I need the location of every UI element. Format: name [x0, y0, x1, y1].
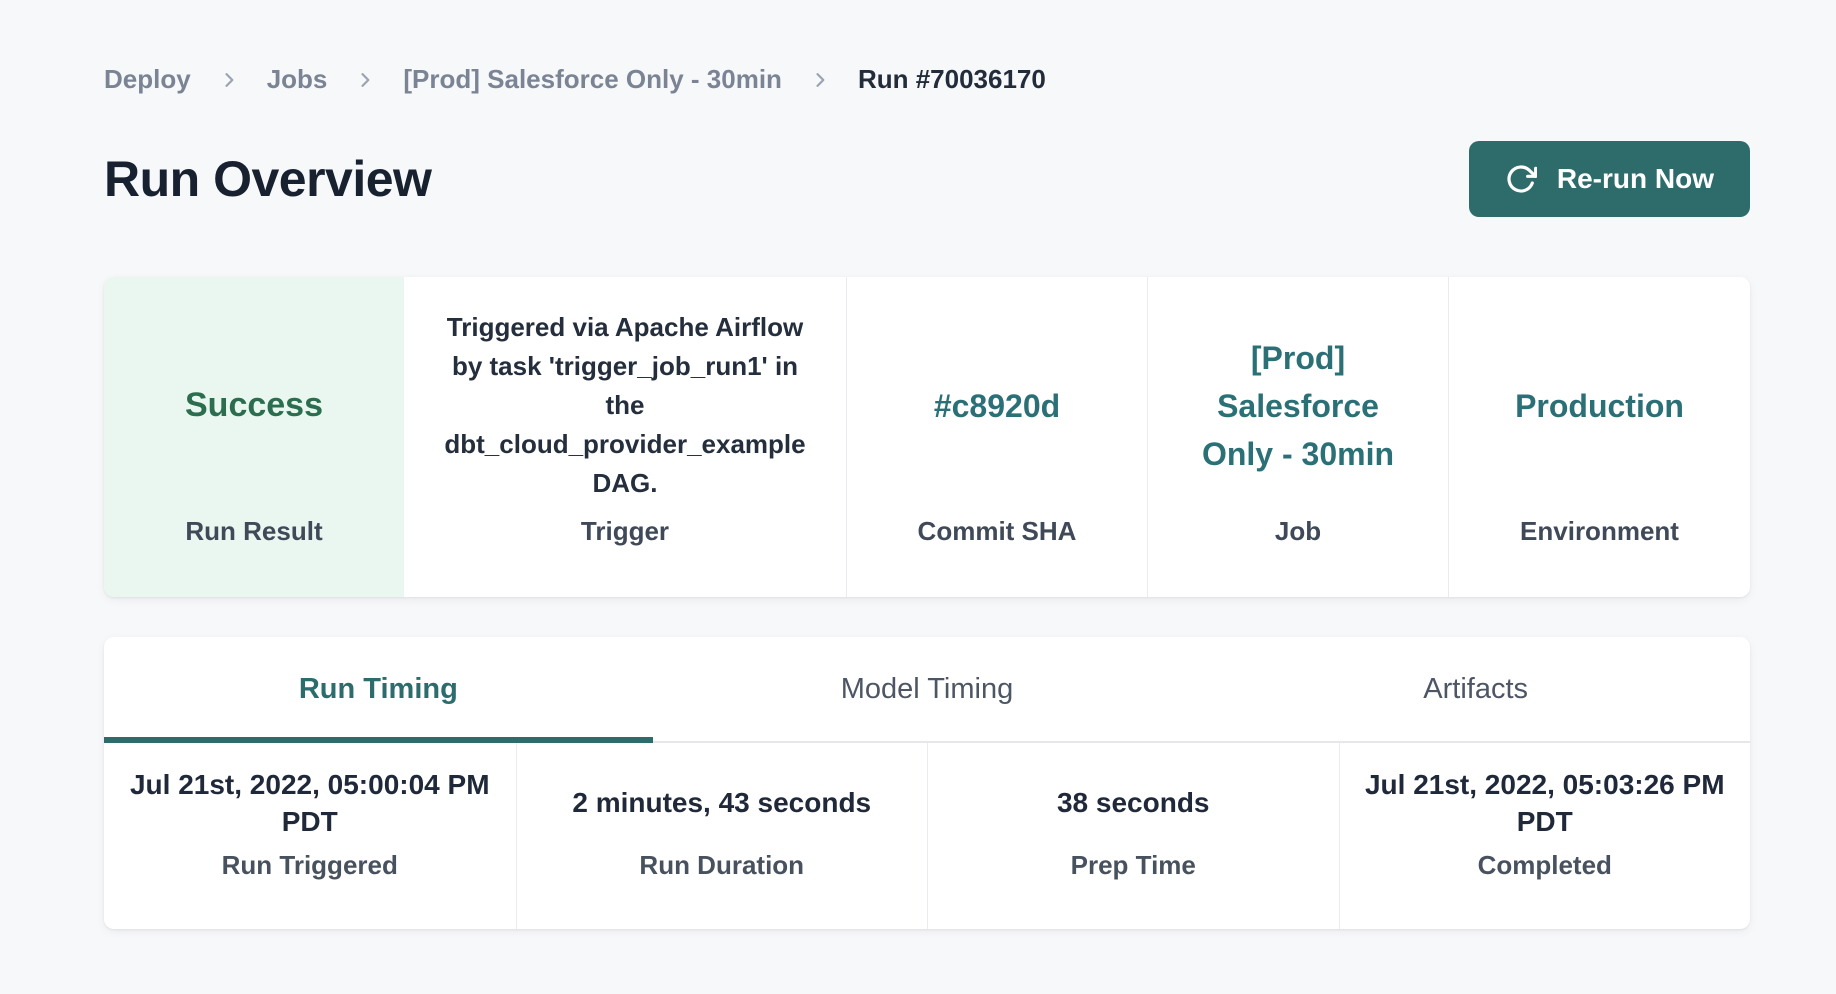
environment-label: Environment: [1481, 516, 1718, 547]
tab-model-timing-label: Model Timing: [841, 673, 1013, 706]
timing-card-run-duration: 2 minutes, 43 seconds Run Duration: [516, 743, 928, 929]
rerun-now-button-label: Re-run Now: [1557, 163, 1714, 195]
breadcrumb-item-job-name[interactable]: [Prod] Salesforce Only - 30min: [403, 64, 782, 95]
active-tab-indicator: [104, 737, 653, 743]
breadcrumb-item-jobs[interactable]: Jobs: [267, 64, 328, 95]
job-label: Job: [1180, 516, 1416, 547]
summary-card-run-result: Success Run Result: [104, 277, 404, 597]
run-result-label: Run Result: [136, 516, 372, 547]
timing-card-completed: Jul 21st, 2022, 05:03:26 PM PDT Complete…: [1339, 743, 1751, 929]
commit-sha-label: Commit SHA: [879, 516, 1115, 547]
run-triggered-label: Run Triggered: [124, 850, 496, 881]
tab-bar: Run Timing Model Timing Artifacts: [104, 637, 1750, 743]
breadcrumb-item-deploy[interactable]: Deploy: [104, 64, 191, 95]
trigger-label: Trigger: [436, 516, 814, 547]
completed-value: Jul 21st, 2022, 05:03:26 PM PDT: [1360, 767, 1731, 840]
timing-card-run-triggered: Jul 21st, 2022, 05:00:04 PM PDT Run Trig…: [104, 743, 516, 929]
chevron-right-icon: [355, 70, 375, 90]
title-row: Run Overview Re-run Now: [104, 141, 1750, 217]
tab-run-timing-label: Run Timing: [299, 673, 458, 706]
run-triggered-value: Jul 21st, 2022, 05:00:04 PM PDT: [124, 767, 496, 840]
run-summary-cards: Success Run Result Triggered via Apache …: [104, 277, 1750, 597]
breadcrumb: Deploy Jobs [Prod] Salesforce Only - 30m…: [104, 64, 1750, 95]
run-duration-label: Run Duration: [537, 850, 908, 881]
page-title: Run Overview: [104, 150, 431, 208]
tab-artifacts-label: Artifacts: [1423, 673, 1528, 706]
completed-label: Completed: [1360, 850, 1731, 881]
tab-run-timing[interactable]: Run Timing: [104, 637, 653, 741]
run-result-value: Success: [185, 386, 323, 425]
summary-card-environment: Production Environment: [1448, 277, 1750, 597]
run-timing-cards: Jul 21st, 2022, 05:00:04 PM PDT Run Trig…: [104, 743, 1750, 929]
summary-card-trigger: Triggered via Apache Airflow by task 'tr…: [404, 277, 846, 597]
timing-card-prep-time: 38 seconds Prep Time: [927, 743, 1339, 929]
rerun-now-button[interactable]: Re-run Now: [1469, 141, 1750, 217]
run-duration-value: 2 minutes, 43 seconds: [572, 785, 871, 821]
prep-time-value: 38 seconds: [1057, 785, 1210, 821]
run-overview-page: Deploy Jobs [Prod] Salesforce Only - 30m…: [104, 0, 1750, 929]
chevron-right-icon: [219, 70, 239, 90]
summary-card-commit-sha: #c8920d Commit SHA: [846, 277, 1147, 597]
tab-model-timing[interactable]: Model Timing: [653, 637, 1202, 741]
summary-card-job: [Prod] Salesforce Only - 30min Job: [1147, 277, 1448, 597]
run-detail-panel: Run Timing Model Timing Artifacts Jul 21…: [104, 637, 1750, 929]
chevron-right-icon: [810, 70, 830, 90]
tab-artifacts[interactable]: Artifacts: [1201, 637, 1750, 741]
job-link[interactable]: [Prod] Salesforce Only - 30min: [1180, 334, 1416, 478]
prep-time-label: Prep Time: [948, 850, 1319, 881]
commit-sha-link[interactable]: #c8920d: [934, 382, 1060, 430]
trigger-value: Triggered via Apache Airflow by task 'tr…: [436, 308, 814, 503]
breadcrumb-item-run-number: Run #70036170: [858, 64, 1046, 95]
refresh-icon: [1505, 163, 1537, 195]
environment-link[interactable]: Production: [1515, 382, 1684, 430]
